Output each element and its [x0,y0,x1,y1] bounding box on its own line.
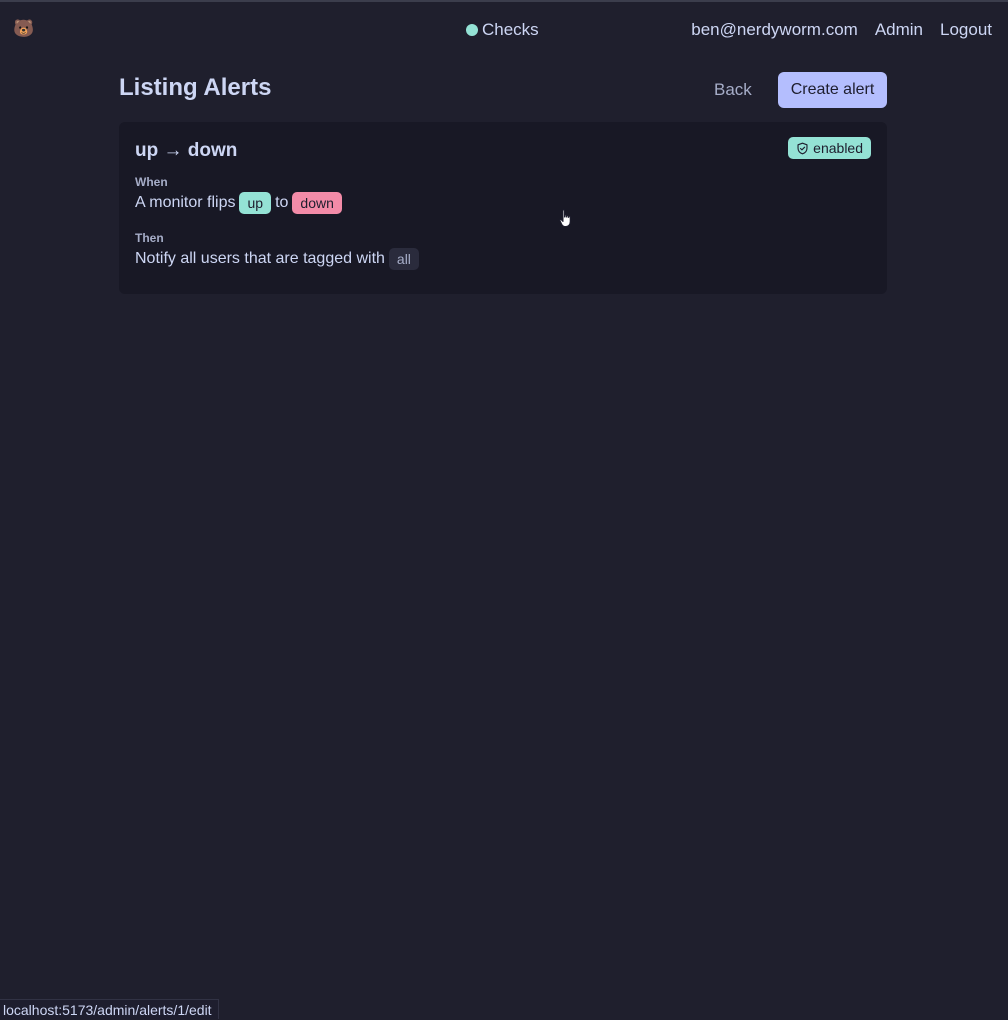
status-badge-label: enabled [813,137,863,159]
when-label: When [135,175,168,189]
checks-link-label: Checks [482,20,539,40]
then-label: Then [135,231,164,245]
connector-text: to [275,194,288,212]
user-tag: all [389,248,419,270]
create-alert-button[interactable]: Create alert [778,72,887,108]
page-title: Listing Alerts [119,74,271,102]
status-dot-icon [466,24,478,36]
hand-pointer-cursor-icon [558,209,574,229]
admin-link[interactable]: Admin [875,20,923,40]
when-condition: A monitor flips up to down [135,192,342,214]
when-prefix-text: A monitor flips [135,194,235,212]
bear-logo-icon[interactable]: 🐻 [13,19,33,39]
user-email-link[interactable]: ben@nerdyworm.com [691,20,858,40]
alert-title: up → down [135,140,237,162]
alert-card[interactable]: up → down enabled When A monitor flips u… [119,122,887,294]
then-text: Notify all users that are tagged with [135,250,385,268]
shield-check-icon [796,142,809,155]
status-bar-url: localhost:5173/admin/alerts/1/edit [0,999,219,1019]
from-state-tag: up [239,192,271,214]
top-navbar: 🐻 Checks ben@nerdyworm.com Admin Logout [0,2,1008,58]
to-state-tag: down [292,192,341,214]
checks-link[interactable]: Checks [466,20,539,40]
then-action: Notify all users that are tagged with al… [135,248,419,270]
user-menu: ben@nerdyworm.com Admin Logout [691,20,992,40]
status-badge: enabled [788,137,871,159]
logout-link[interactable]: Logout [940,20,992,40]
back-button[interactable]: Back [705,72,761,108]
